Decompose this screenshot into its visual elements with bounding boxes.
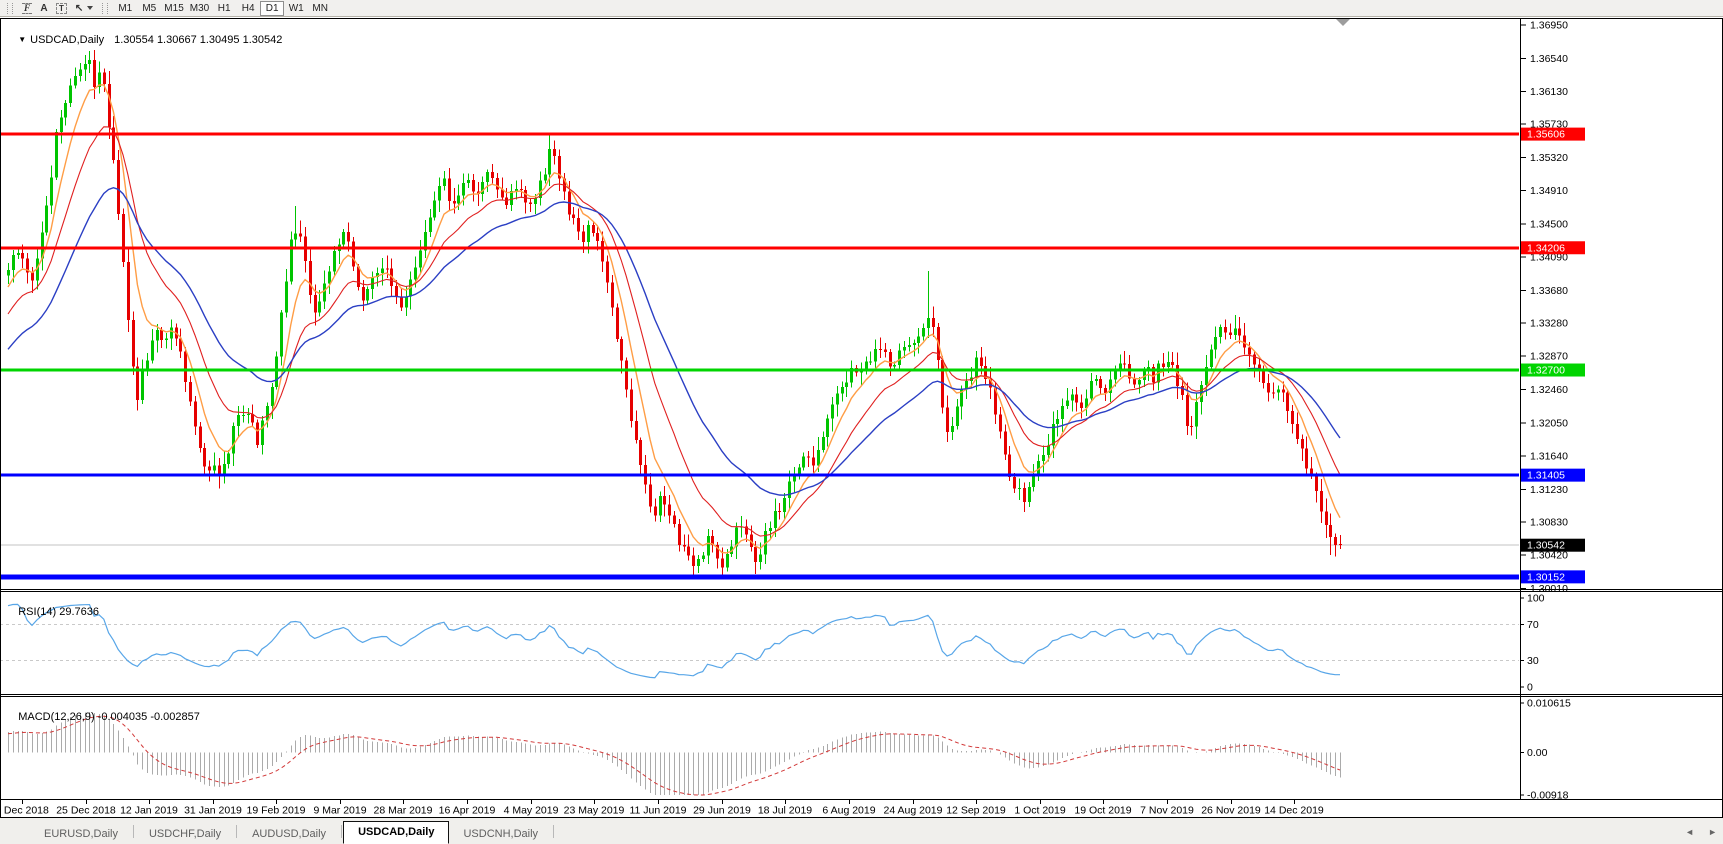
svg-text:0.010615: 0.010615	[1527, 698, 1571, 710]
svg-text:1.34910: 1.34910	[1530, 185, 1568, 197]
tab-divider	[553, 825, 554, 838]
rsi-value: 29.7636	[59, 606, 99, 618]
svg-text:1.32700: 1.32700	[1527, 365, 1565, 377]
toolbar-grip[interactable]	[102, 3, 108, 14]
text-label-icon: T	[56, 3, 67, 14]
rsi-line	[8, 604, 1340, 677]
svg-text:1 Oct 2019: 1 Oct 2019	[1014, 805, 1066, 817]
svg-text:16 Apr 2019: 16 Apr 2019	[439, 805, 496, 817]
svg-text:26 Nov 2019: 26 Nov 2019	[1201, 805, 1261, 817]
tab-scroll-left-button[interactable]: ◄	[1685, 828, 1694, 837]
rsi-name: RSI(14)	[18, 606, 56, 618]
svg-text:1.31405: 1.31405	[1527, 470, 1565, 482]
chart-title: ▼ USDCAD,Daily 1.30554 1.30667 1.30495 1.3…	[6, 22, 282, 58]
svg-text:31 Jan 2019: 31 Jan 2019	[184, 805, 242, 817]
tab-usdcad[interactable]: USDCAD,Daily	[343, 821, 449, 844]
timeframe-button-m1[interactable]: M1	[113, 1, 137, 16]
svg-text:0: 0	[1527, 682, 1533, 694]
svg-text:12 Jan 2019: 12 Jan 2019	[120, 805, 178, 817]
svg-text:1.35320: 1.35320	[1530, 152, 1568, 164]
ma-line-0	[8, 85, 1340, 553]
svg-text:1.32870: 1.32870	[1530, 351, 1568, 363]
svg-text:1.31640: 1.31640	[1530, 451, 1568, 463]
svg-text:6 Aug 2019: 6 Aug 2019	[822, 805, 875, 817]
trading-terminal-window: F A T ↖ M1 M5 M15 M30 H1 H4 D1 W1 MN 1.3…	[0, 0, 1723, 844]
svg-text:1.30542: 1.30542	[1527, 540, 1565, 552]
price-pane	[0, 50, 1520, 577]
svg-text:14 Dec 2019: 14 Dec 2019	[1264, 805, 1324, 817]
toolbar-grip[interactable]	[7, 3, 13, 14]
arrows-tool-button[interactable]: ↖	[71, 1, 97, 16]
tab-usdcnh[interactable]: USDCNH,Daily	[449, 825, 552, 844]
svg-text:23 May 2019: 23 May 2019	[564, 805, 625, 817]
text-label-tool-button[interactable]: T	[52, 1, 71, 16]
svg-text:11 Jun 2019: 11 Jun 2019	[629, 805, 686, 817]
symbol-dropdown-icon[interactable]: ▼	[18, 35, 26, 44]
timeframe-button-h1[interactable]: H1	[212, 1, 236, 16]
svg-text:0.00: 0.00	[1527, 747, 1548, 759]
chart-ohlc-values: 1.30554 1.30667 1.30495 1.30542	[114, 34, 282, 46]
cursor-icon: ↖	[75, 3, 83, 14]
timeframe-button-w1[interactable]: W1	[284, 1, 308, 16]
timeframe-button-m15[interactable]: M15	[161, 1, 186, 16]
tab-scroll-right-button[interactable]: ►	[1708, 828, 1717, 837]
fibonacci-tool-button[interactable]: F	[18, 1, 36, 16]
tab-divider	[341, 825, 342, 838]
symbol-tab-bar: EURUSD,Daily USDCHF,Daily AUDUSD,Daily U…	[0, 818, 1723, 844]
svg-text:18 Jul 2019: 18 Jul 2019	[758, 805, 812, 817]
svg-text:1.36950: 1.36950	[1530, 20, 1568, 32]
svg-text:1.30152: 1.30152	[1527, 571, 1565, 583]
svg-text:100: 100	[1527, 593, 1545, 605]
svg-text:19 Oct 2019: 19 Oct 2019	[1074, 805, 1131, 817]
svg-text:4 May 2019: 4 May 2019	[504, 805, 559, 817]
svg-text:25 Dec 2018: 25 Dec 2018	[56, 805, 116, 817]
svg-text:9 Mar 2019: 9 Mar 2019	[313, 805, 366, 817]
svg-text:1.34500: 1.34500	[1530, 218, 1568, 230]
svg-text:1.33280: 1.33280	[1530, 317, 1568, 329]
chart-shift-marker	[1336, 19, 1350, 26]
timeframe-button-m30[interactable]: M30	[187, 1, 212, 16]
svg-text:6 Dec 2018: 6 Dec 2018	[0, 805, 49, 817]
tab-eurusd[interactable]: EURUSD,Daily	[30, 825, 132, 844]
toolbar: F A T ↖ M1 M5 M15 M30 H1 H4 D1 W1 MN	[0, 0, 1723, 17]
tab-divider	[133, 825, 134, 838]
svg-text:24 Aug 2019: 24 Aug 2019	[884, 805, 943, 817]
svg-text:28 Mar 2019: 28 Mar 2019	[374, 805, 433, 817]
rsi-pane	[0, 604, 1520, 677]
svg-text:1.35606: 1.35606	[1527, 129, 1565, 141]
dropdown-caret-icon	[87, 6, 93, 10]
tab-usdchf[interactable]: USDCHF,Daily	[135, 825, 235, 844]
ma-line-2	[8, 188, 1340, 496]
timeframe-button-h4[interactable]: H4	[236, 1, 260, 16]
macd-name: MACD(12,26,9)	[18, 711, 94, 723]
fibonacci-icon: F	[22, 3, 32, 14]
svg-text:12 Sep 2019: 12 Sep 2019	[946, 805, 1006, 817]
macd-indicator-label: MACD(12,26,9) -0.004035 -0.002857	[6, 699, 200, 735]
svg-text:1.33680: 1.33680	[1530, 285, 1568, 297]
macd-values: -0.004035 -0.002857	[98, 711, 200, 723]
svg-text:7 Nov 2019: 7 Nov 2019	[1140, 805, 1194, 817]
tab-audusd[interactable]: AUDUSD,Daily	[238, 825, 340, 844]
macd-pane	[8, 712, 1341, 795]
svg-text:19 Feb 2019: 19 Feb 2019	[247, 805, 306, 817]
svg-text:1.30830: 1.30830	[1530, 516, 1568, 528]
svg-text:70: 70	[1527, 619, 1539, 631]
chart-canvas[interactable]: 1.369501.365401.361301.357301.353201.349…	[0, 0, 1723, 820]
chart-symbol-label: USDCAD,Daily	[30, 34, 104, 46]
svg-text:1.36540: 1.36540	[1530, 53, 1568, 65]
svg-text:1.32050: 1.32050	[1530, 417, 1568, 429]
timeframe-button-mn[interactable]: MN	[308, 1, 332, 16]
svg-text:30: 30	[1527, 655, 1539, 667]
tab-divider	[236, 825, 237, 838]
timeframe-button-m5[interactable]: M5	[137, 1, 161, 16]
rsi-indicator-label: RSI(14) 29.7636	[6, 594, 99, 630]
svg-text:1.36130: 1.36130	[1530, 86, 1568, 98]
svg-text:1.34206: 1.34206	[1527, 242, 1565, 254]
text-tool-button[interactable]: A	[36, 1, 52, 16]
timeframe-button-d1[interactable]: D1	[260, 1, 284, 16]
text-icon: A	[40, 3, 47, 14]
svg-text:1.31230: 1.31230	[1530, 484, 1568, 496]
svg-text:29 Jun 2019: 29 Jun 2019	[693, 805, 751, 817]
svg-text:1.32460: 1.32460	[1530, 384, 1568, 396]
